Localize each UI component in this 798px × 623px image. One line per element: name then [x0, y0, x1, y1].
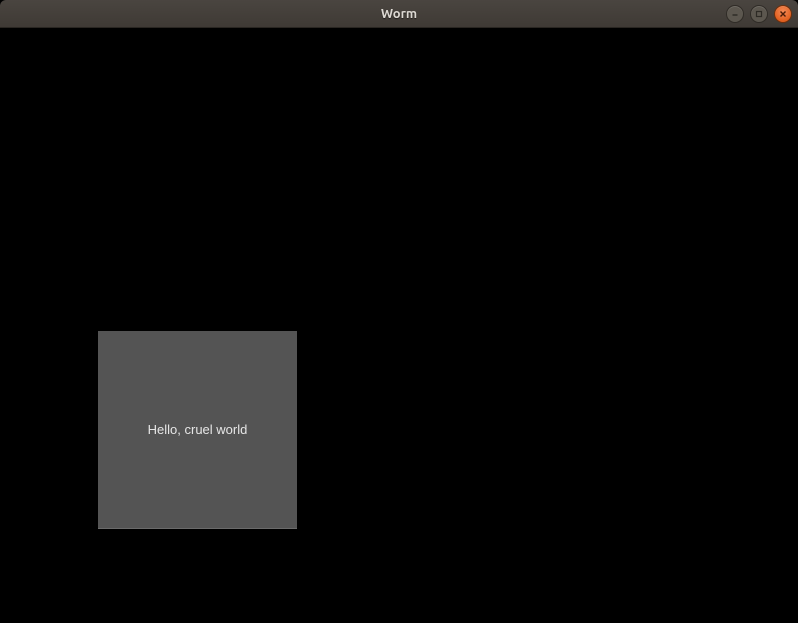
content-area: Hello, cruel world — [0, 28, 798, 623]
maximize-button[interactable] — [750, 5, 768, 23]
window-controls — [726, 5, 792, 23]
maximize-icon — [754, 5, 764, 23]
titlebar: Worm — [0, 0, 798, 28]
close-icon — [778, 5, 788, 23]
minimize-button[interactable] — [726, 5, 744, 23]
window-title: Worm — [381, 7, 417, 21]
close-button[interactable] — [774, 5, 792, 23]
message-text: Hello, cruel world — [148, 422, 248, 437]
message-box: Hello, cruel world — [98, 331, 297, 529]
minimize-icon — [730, 5, 740, 23]
